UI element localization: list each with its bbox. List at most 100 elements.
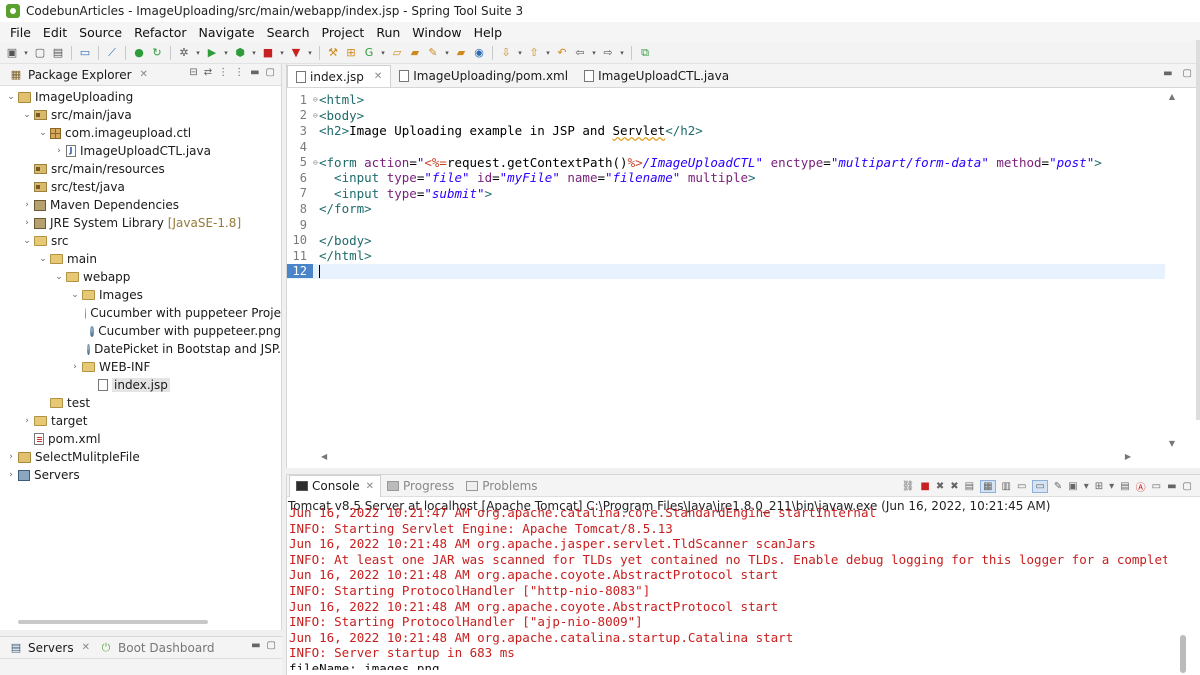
menu-project[interactable]: Project xyxy=(316,25,371,40)
run-dropdown-icon[interactable]: ▾ xyxy=(222,49,230,57)
run-icon[interactable]: ▶ xyxy=(204,45,220,61)
tree-item-datepicket-bootstap-jsp[interactable]: DatePicket in Bootstap and JSP. xyxy=(0,340,281,358)
collapse-all-icon[interactable]: ⊟ xyxy=(189,67,197,78)
open-perspective-icon[interactable]: ⧉ xyxy=(637,45,653,61)
save-all-icon[interactable]: ▤ xyxy=(50,45,66,61)
back-icon[interactable]: ⇦ xyxy=(572,45,588,61)
spring-boot-icon[interactable]: ● xyxy=(131,45,147,61)
maximize-icon[interactable]: ▢ xyxy=(1183,68,1192,79)
forward-dropdown-icon[interactable]: ▾ xyxy=(618,49,626,57)
pin-console-icon[interactable]: ✎ xyxy=(1054,481,1062,492)
debug-marker-icon[interactable]: Ⓐ xyxy=(1136,479,1146,494)
tree-item-src[interactable]: ⌄ src xyxy=(0,232,281,250)
tree-item-src-test-java[interactable]: src/test/java xyxy=(0,178,281,196)
close-icon[interactable]: ✕ xyxy=(140,69,148,80)
show-stdout-icon[interactable]: ▭ xyxy=(1017,481,1026,492)
forward-icon[interactable]: ⇨ xyxy=(600,45,616,61)
expand-toggle-icon[interactable]: › xyxy=(68,362,82,372)
open-console-icon[interactable]: ▭ xyxy=(77,45,93,61)
new-dropdown-icon[interactable]: ▾ xyxy=(22,49,30,57)
tree-item-com-imageupload-ctl[interactable]: ⌄ com.imageupload.ctl xyxy=(0,124,281,142)
tree-item-index-jsp[interactable]: index.jsp xyxy=(0,376,281,394)
open-folder-icon[interactable]: ▰ xyxy=(407,45,423,61)
expand-toggle-icon[interactable]: ⌄ xyxy=(20,110,34,120)
tab-pom-xml[interactable]: ImageUploading/pom.xml xyxy=(391,65,576,87)
menu-source[interactable]: Source xyxy=(73,25,128,40)
expand-toggle-icon[interactable]: ⌄ xyxy=(4,92,18,102)
prev-annotation-icon[interactable]: ⇧ xyxy=(526,45,542,61)
tree-item-cucumber-puppeteer-project[interactable]: Cucumber with puppeteer Proje xyxy=(0,304,281,322)
relaunch-dropdown-icon[interactable]: ▾ xyxy=(306,49,314,57)
expand-toggle-icon[interactable]: ⌄ xyxy=(20,236,34,246)
horizontal-scrollbar[interactable]: ◀ ▶ xyxy=(287,450,1165,462)
open-task-icon[interactable]: ✎ xyxy=(425,45,441,61)
skip-breakpoints-icon[interactable]: ⟋ xyxy=(104,45,120,61)
expand-toggle-icon[interactable]: › xyxy=(20,218,34,228)
maximize-icon[interactable]: ▢ xyxy=(267,640,276,651)
horizontal-scrollbar[interactable] xyxy=(18,620,208,624)
terminate-icon[interactable]: ■ xyxy=(920,481,929,492)
new-package-icon[interactable]: ⊞ xyxy=(343,45,359,61)
new-icon[interactable]: ▣ xyxy=(4,45,20,61)
menu-window[interactable]: Window xyxy=(406,25,467,40)
close-icon[interactable]: ✕ xyxy=(82,642,90,653)
expand-toggle-icon[interactable]: › xyxy=(20,416,34,426)
tree-item-target[interactable]: › target xyxy=(0,412,281,430)
scroll-down-icon[interactable]: ▼ xyxy=(1166,439,1178,448)
tree-item-main[interactable]: ⌄ main xyxy=(0,250,281,268)
debug-icon[interactable]: ✲ xyxy=(176,45,192,61)
menu-help[interactable]: Help xyxy=(468,25,509,40)
tree-item-imageuploading[interactable]: ⌄ ImageUploading xyxy=(0,88,281,106)
remove-all-icon[interactable]: ✖ xyxy=(950,481,958,492)
boot-dashboard-tab[interactable]: ⏻ Boot Dashboard xyxy=(94,637,219,659)
maximize-icon[interactable]: ▢ xyxy=(1183,481,1192,492)
menu-navigate[interactable]: Navigate xyxy=(193,25,261,40)
scroll-lock-icon[interactable]: ▦ xyxy=(980,480,996,493)
window-scrollbar[interactable] xyxy=(1196,40,1200,420)
package-explorer-tab[interactable]: ▦ Package Explorer ✕ xyxy=(4,64,152,86)
close-icon[interactable]: ✕ xyxy=(366,481,374,492)
new-class-icon[interactable]: G xyxy=(361,45,377,61)
relaunch-icon[interactable]: ▼ xyxy=(288,45,304,61)
tree-item-maven-dependencies[interactable]: › Maven Dependencies xyxy=(0,196,281,214)
tree-item-src-main-resources[interactable]: src/main/resources xyxy=(0,160,281,178)
new-class-dropdown-icon[interactable]: ▾ xyxy=(379,49,387,57)
filter-icon[interactable]: ⋮ xyxy=(218,67,228,78)
tree-item-test[interactable]: test xyxy=(0,394,281,412)
expand-toggle-icon[interactable]: › xyxy=(20,200,34,210)
prev-annotation-dropdown-icon[interactable]: ▾ xyxy=(544,49,552,57)
back-dropdown-icon[interactable]: ▾ xyxy=(590,49,598,57)
tab-imageuploadctl-java[interactable]: ImageUploadCTL.java xyxy=(576,65,737,87)
menu-file[interactable]: File xyxy=(4,25,37,40)
display-console-dropdown-icon[interactable]: ▾ xyxy=(1084,481,1089,492)
globe-icon[interactable]: ◉ xyxy=(471,45,487,61)
minimize-icon[interactable]: ▬ xyxy=(251,640,260,651)
minimize-icon[interactable]: ▬ xyxy=(250,67,259,78)
save-icon[interactable]: ▢ xyxy=(32,45,48,61)
expand-toggle-icon[interactable]: › xyxy=(52,146,66,156)
expand-toggle-icon[interactable]: › xyxy=(4,452,18,462)
refresh-icon[interactable]: ↻ xyxy=(149,45,165,61)
scroll-right-icon[interactable]: ▶ xyxy=(1125,452,1131,461)
clear-console-icon[interactable]: ▤ xyxy=(965,481,974,492)
search-folder-icon[interactable]: ▰ xyxy=(453,45,469,61)
close-icon[interactable]: ✕ xyxy=(374,71,382,82)
maximize-icon[interactable]: ▢ xyxy=(266,67,275,78)
link-with-editor-icon[interactable]: ⇄ xyxy=(204,67,212,78)
scroll-left-icon[interactable]: ◀ xyxy=(321,452,327,461)
open-task-dropdown-icon[interactable]: ▾ xyxy=(443,49,451,57)
stop-dropdown-icon[interactable]: ▾ xyxy=(278,49,286,57)
external-tools-icon[interactable]: ⬢ xyxy=(232,45,248,61)
tab-console[interactable]: Console ✕ xyxy=(289,474,382,497)
tree-item-webapp[interactable]: ⌄ webapp xyxy=(0,268,281,286)
server-icon[interactable]: ▤ xyxy=(1120,481,1129,492)
console-output[interactable]: Jun 16, 2022 10:21:47 AM org.apache.cata… xyxy=(287,505,1167,670)
tab-index-jsp[interactable]: index.jsp ✕ xyxy=(287,65,392,87)
disconnect-icon[interactable]: ⛓ xyxy=(902,481,915,492)
menu-run[interactable]: Run xyxy=(370,25,406,40)
code-editor[interactable]: 1 ⊖ <html> 2 ⊖ <body> 3 <h2> Image Uploadin… xyxy=(287,92,1165,448)
debug-dropdown-icon[interactable]: ▾ xyxy=(194,49,202,57)
menu-search[interactable]: Search xyxy=(261,25,316,40)
new-project-icon[interactable]: ⚒ xyxy=(325,45,341,61)
stop-icon[interactable]: ■ xyxy=(260,45,276,61)
